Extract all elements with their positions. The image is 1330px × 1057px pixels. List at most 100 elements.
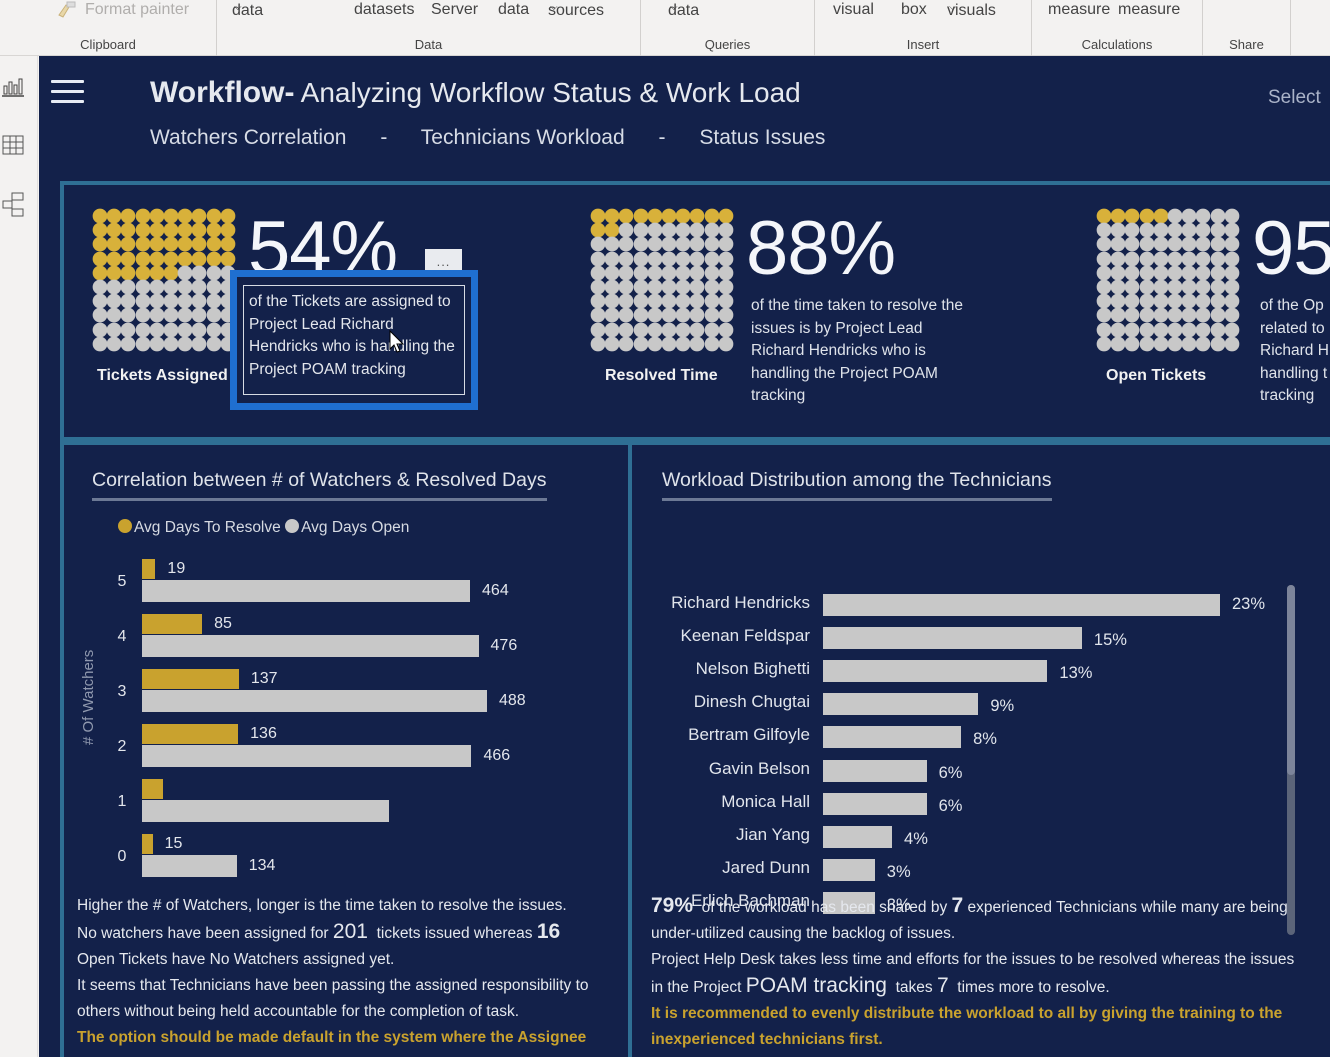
waffle-cell bbox=[192, 251, 207, 267]
new-measure-button[interactable]: measure bbox=[1048, 1, 1110, 19]
waffle-cell bbox=[177, 222, 193, 238]
waffle-cell bbox=[661, 308, 677, 323]
insight-line: No watchers have been assigned for 201 t… bbox=[77, 919, 589, 947]
workload-bar[interactable] bbox=[823, 693, 979, 716]
data-label: 15 bbox=[164, 835, 183, 852]
bar-avg-days-to-resolve[interactable] bbox=[142, 779, 164, 799]
waffle-cell bbox=[1224, 279, 1240, 295]
data-label: 134 bbox=[248, 857, 276, 874]
nav-link-technicians-workload[interactable]: Technicians Workload bbox=[421, 126, 625, 149]
waffle-cell bbox=[135, 308, 151, 323]
bar-avg-days-to-resolve[interactable] bbox=[142, 614, 203, 634]
workload-bar[interactable] bbox=[823, 825, 893, 848]
y-tick-label: 2 bbox=[117, 738, 127, 755]
waffle-cell bbox=[718, 279, 734, 295]
y-tick-label: 5 bbox=[117, 573, 127, 590]
chart-scrollbar[interactable] bbox=[1287, 585, 1295, 935]
waffle-cell bbox=[1139, 237, 1155, 252]
waffle-cell bbox=[206, 336, 222, 352]
bar-avg-days-open[interactable] bbox=[142, 800, 390, 822]
data-label: 8% bbox=[973, 730, 997, 749]
bar-avg-days-open[interactable] bbox=[142, 690, 487, 712]
selected-textbox-focus[interactable]: of the Tickets are assigned to Project L… bbox=[230, 270, 478, 410]
waffle-cell bbox=[1196, 279, 1211, 295]
waffle-cell bbox=[619, 222, 634, 238]
waffle-cell bbox=[619, 336, 634, 352]
waffle-cell bbox=[704, 265, 720, 281]
bar-avg-days-open[interactable] bbox=[142, 580, 471, 602]
data-view-button[interactable] bbox=[2, 134, 24, 156]
mouse-cursor-icon bbox=[389, 330, 405, 353]
waffle-cell bbox=[633, 251, 649, 267]
waffle-cell bbox=[675, 265, 691, 281]
legend-item-avg-days-open[interactable]: Avg Days Open bbox=[285, 519, 409, 536]
more-options-button[interactable]: ... bbox=[425, 249, 462, 271]
waffle-cell bbox=[121, 265, 136, 281]
waffle-cell bbox=[106, 237, 122, 252]
waffle-cell bbox=[220, 237, 236, 252]
nav-link-status-issues[interactable]: Status Issues bbox=[699, 126, 825, 149]
waffle-cell bbox=[718, 293, 734, 309]
data-label: 15% bbox=[1093, 631, 1127, 650]
bar-avg-days-to-resolve[interactable] bbox=[142, 669, 239, 689]
waffle-cell bbox=[92, 336, 108, 352]
waffle-cell bbox=[661, 279, 677, 295]
sql-server-button[interactable]: Server bbox=[431, 1, 478, 19]
waffle-cell bbox=[192, 279, 207, 295]
insight-text: experienced Technicians while many are b… bbox=[963, 899, 1288, 916]
waffle-cell bbox=[220, 222, 236, 238]
waffle-cell bbox=[1210, 336, 1226, 352]
waffle-tickets-assigned[interactable] bbox=[92, 208, 236, 352]
workload-bar[interactable] bbox=[823, 660, 1048, 683]
waffle-cell bbox=[92, 308, 108, 323]
waffle-cell bbox=[163, 237, 179, 252]
bar-avg-days-open[interactable] bbox=[142, 635, 479, 657]
datasets-button[interactable]: datasets bbox=[354, 1, 414, 19]
bar-avg-days-to-resolve[interactable] bbox=[142, 834, 153, 854]
waffle-cell bbox=[604, 222, 620, 238]
times-more-count: 7 bbox=[936, 974, 949, 997]
kpi-description-tickets-assigned[interactable]: of the Tickets are assigned to Project L… bbox=[243, 285, 465, 395]
bar-avg-days-to-resolve[interactable] bbox=[142, 559, 156, 579]
waffle-cell bbox=[1153, 279, 1169, 295]
chevron-down-icon: ⌵ bbox=[550, 2, 558, 13]
quick-measure-button[interactable]: measure bbox=[1118, 1, 1180, 19]
text-box-button[interactable]: box bbox=[901, 1, 927, 19]
waffle-open-tickets[interactable] bbox=[1096, 208, 1240, 352]
hamburger-menu-icon[interactable] bbox=[51, 80, 84, 104]
report-view-button[interactable] bbox=[2, 76, 24, 98]
bar-avg-days-open[interactable] bbox=[142, 855, 237, 877]
waffle-cell bbox=[1210, 251, 1226, 267]
waffle-cell bbox=[675, 251, 691, 267]
new-visual-button[interactable]: visual bbox=[833, 1, 874, 19]
waffle-cell bbox=[1167, 279, 1183, 295]
waffle-cell bbox=[604, 251, 620, 267]
workload-bar[interactable] bbox=[823, 792, 927, 815]
workload-bar[interactable] bbox=[823, 726, 962, 749]
workload-bar[interactable] bbox=[823, 858, 875, 881]
scrollbar-thumb[interactable] bbox=[1287, 585, 1295, 775]
model-view-button[interactable] bbox=[2, 192, 24, 217]
enter-data-button[interactable]: data bbox=[498, 1, 529, 19]
nav-link-watchers-correlation[interactable]: Watchers Correlation bbox=[150, 126, 346, 149]
waffle-cell bbox=[619, 322, 634, 338]
kpi-label-tickets-assigned: Tickets Assigned bbox=[97, 367, 228, 384]
desc-line: handling t bbox=[1260, 364, 1328, 382]
waffle-cell bbox=[177, 251, 193, 267]
waffle-cell bbox=[121, 251, 136, 267]
waffle-cell bbox=[1196, 336, 1211, 352]
waffle-cell bbox=[619, 208, 634, 224]
workload-bar[interactable] bbox=[823, 759, 927, 782]
bar-avg-days-to-resolve[interactable] bbox=[142, 724, 239, 744]
waffle-cell bbox=[1167, 293, 1183, 309]
select-slicer[interactable]: Select bbox=[1268, 87, 1321, 109]
waffle-cell bbox=[1125, 293, 1140, 309]
waffle-resolved-time[interactable] bbox=[590, 208, 734, 352]
legend-item-avg-days-to-resolve[interactable]: Avg Days To Resolve bbox=[118, 519, 281, 536]
workload-bar[interactable] bbox=[823, 627, 1082, 650]
format-painter-button[interactable]: Format painter bbox=[85, 1, 189, 19]
waffle-cell bbox=[718, 251, 734, 267]
bar-avg-days-open[interactable] bbox=[142, 745, 472, 767]
waffle-cell bbox=[206, 222, 222, 238]
workload-bar[interactable] bbox=[823, 594, 1220, 616]
